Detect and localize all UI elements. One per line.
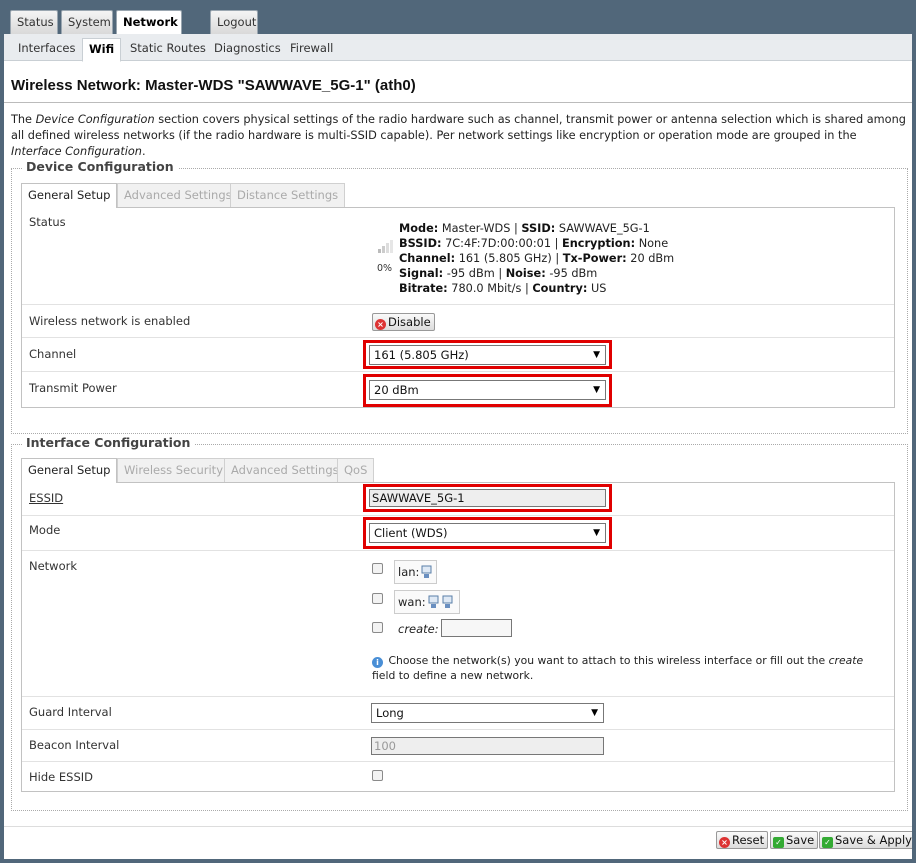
create-label: create:: [398, 622, 439, 636]
network-interface-icon: [428, 594, 440, 608]
device-tab-distance-settings[interactable]: Distance Settings: [230, 183, 346, 207]
iface-tab-qos[interactable]: QoS: [337, 458, 375, 482]
wireless-enabled-row: Wireless network is enabled × Disable: [22, 305, 894, 338]
iface-general-panel: ESSID SAWWAVE_5G-1 Mode Client (WDS) ▼ Ne…: [21, 482, 895, 792]
network-label: Network: [29, 559, 78, 573]
iface-tab-general-setup[interactable]: General Setup: [21, 458, 118, 483]
page-title: Wireless Network: Master-WDS "SAWWAVE_5G…: [11, 77, 416, 94]
signal-strength-icon: [378, 239, 394, 253]
hide-essid-row: Hide ESSID: [22, 762, 894, 792]
subtab-static-routes[interactable]: Static Routes: [124, 38, 212, 60]
lan-checkbox[interactable]: [372, 563, 383, 574]
essid-row: ESSID SAWWAVE_5G-1: [22, 483, 894, 516]
device-configuration-section: Device Configuration General Setup Advan…: [11, 159, 908, 434]
network-help-text: i Choose the network(s) you want to atta…: [372, 654, 864, 682]
hide-essid-label: Hide ESSID: [29, 770, 93, 784]
create-checkbox[interactable]: [372, 622, 383, 633]
mode-select[interactable]: Client (WDS) ▼: [369, 523, 606, 543]
sub-tab-bar: Interfaces Wifi Static Routes Diagnostic…: [4, 34, 912, 62]
footer-divider: [4, 826, 912, 827]
save-apply-button[interactable]: ✓ Save & Apply: [819, 831, 912, 849]
interface-configuration-legend: Interface Configuration: [22, 435, 195, 450]
tab-status[interactable]: Status: [10, 10, 58, 34]
wan-checkbox[interactable]: [372, 593, 383, 604]
save-apply-button-label: Save & Apply: [835, 833, 912, 847]
reset-icon: ×: [719, 837, 730, 848]
transmit-power-select-value: 20 dBm: [374, 383, 419, 397]
interface-configuration-section: Interface Configuration General Setup Wi…: [11, 435, 908, 811]
save-apply-icon: ✓: [822, 837, 833, 848]
channel-label: Channel: [29, 347, 77, 361]
beacon-interval-row: Beacon Interval 100: [22, 730, 894, 762]
title-divider: [4, 102, 912, 103]
chevron-down-icon: ▼: [591, 708, 598, 718]
lan-network-badge: lan:: [394, 560, 437, 584]
reset-button-label: Reset: [732, 833, 765, 847]
subtab-diagnostics[interactable]: Diagnostics: [208, 38, 287, 60]
device-configuration-legend: Device Configuration: [22, 159, 178, 174]
beacon-interval-label: Beacon Interval: [29, 738, 120, 752]
transmit-power-select[interactable]: 20 dBm ▼: [369, 380, 606, 400]
page-description: The Device Configuration section covers …: [11, 113, 906, 158]
guard-interval-row: Guard Interval Long ▼: [22, 697, 894, 730]
device-tab-general-setup[interactable]: General Setup: [21, 183, 118, 208]
chevron-down-icon: ▼: [593, 528, 600, 538]
app-frame: Status System Network Logout Interfaces …: [4, 4, 912, 859]
disable-button[interactable]: × Disable: [372, 313, 435, 331]
channel-select-value: 161 (5.805 GHz): [374, 348, 469, 362]
chevron-down-icon: ▼: [593, 385, 600, 395]
help-icon: i: [372, 657, 383, 668]
signal-percent: 0%: [377, 263, 393, 274]
guard-interval-select-value: Long: [376, 706, 404, 720]
transmit-power-row: Transmit Power 20 dBm ▼: [22, 372, 894, 408]
status-row: Status 0% Mode: Master-WDS | SSID: SAWWA…: [22, 208, 894, 305]
mode-select-value: Client (WDS): [374, 526, 448, 540]
mode-label: Mode: [29, 523, 61, 537]
hide-essid-checkbox[interactable]: [372, 770, 383, 781]
tab-network[interactable]: Network: [116, 10, 182, 35]
subtab-interfaces[interactable]: Interfaces: [12, 38, 81, 60]
transmit-power-label: Transmit Power: [29, 381, 117, 395]
network-interface-icon: [421, 564, 433, 578]
iface-tab-wireless-security[interactable]: Wireless Security: [117, 458, 230, 482]
main-tab-bar: Status System Network Logout: [4, 4, 912, 35]
subtab-firewall[interactable]: Firewall: [284, 38, 339, 60]
status-details: Mode: Master-WDS | SSID: SAWWAVE_5G-1 BS…: [399, 222, 675, 295]
mode-row: Mode Client (WDS) ▼: [22, 516, 894, 551]
guard-interval-label: Guard Interval: [29, 705, 112, 719]
iface-tab-advanced-settings[interactable]: Advanced Settings: [224, 458, 346, 482]
device-general-panel: Status 0% Mode: Master-WDS | SSID: SAWWA…: [21, 207, 895, 408]
channel-row: Channel 161 (5.805 GHz) ▼: [22, 338, 894, 372]
network-row: Network lan: wan: create: i Choose the n…: [22, 551, 894, 697]
beacon-interval-input[interactable]: 100: [371, 737, 604, 755]
save-button[interactable]: ✓ Save: [770, 831, 819, 849]
tab-logout[interactable]: Logout: [210, 10, 258, 34]
channel-select[interactable]: 161 (5.805 GHz) ▼: [369, 345, 606, 365]
reset-button[interactable]: × Reset: [716, 831, 769, 849]
wireless-enabled-label: Wireless network is enabled: [29, 314, 191, 328]
save-icon: ✓: [773, 837, 784, 848]
essid-label: ESSID: [29, 491, 64, 505]
essid-input[interactable]: SAWWAVE_5G-1: [369, 489, 606, 507]
guard-interval-select[interactable]: Long ▼: [371, 703, 604, 723]
wan-network-badge: wan:: [394, 590, 460, 614]
network-interface-icon: [442, 594, 454, 608]
tab-system[interactable]: System: [61, 10, 113, 34]
device-tab-advanced-settings[interactable]: Advanced Settings: [117, 183, 239, 207]
create-network-input[interactable]: [441, 619, 512, 637]
disable-icon: ×: [375, 319, 386, 330]
save-button-label: Save: [786, 833, 815, 847]
chevron-down-icon: ▼: [593, 350, 600, 360]
status-label: Status: [29, 215, 66, 229]
subtab-wifi[interactable]: Wifi: [82, 38, 122, 62]
disable-button-label: Disable: [388, 315, 431, 329]
